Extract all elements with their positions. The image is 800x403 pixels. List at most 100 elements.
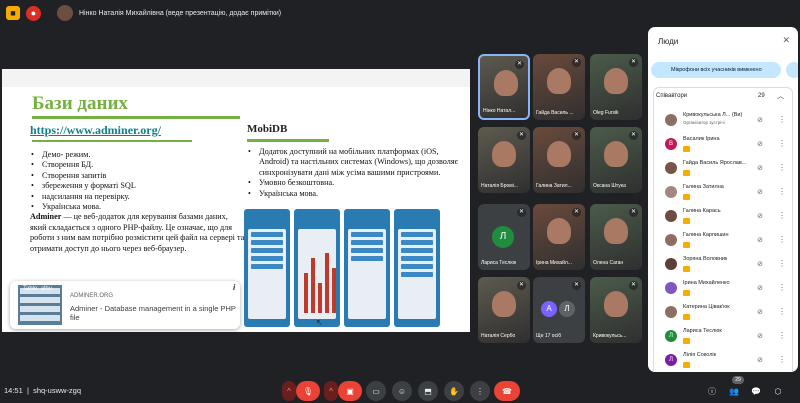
captions-icon[interactable]: ▭	[366, 381, 386, 401]
yellow-square-icon[interactable]: ■	[6, 6, 20, 20]
participant-name: Лілія Соколік	[683, 352, 717, 358]
slide-url-link[interactable]: https://www.adminer.org/	[30, 123, 161, 138]
more-options-icon[interactable]: ⋮	[778, 355, 786, 364]
participant-name: Катерина Цівак'юк	[683, 304, 730, 310]
more-options-icon[interactable]: ⋮	[778, 163, 786, 172]
link-preview-card[interactable]: Table: albu ADMINER.ORG Adminer - Databa…	[10, 281, 240, 329]
participant-row[interactable]: Л Лариса Теслюк ⊘ ⋮	[660, 325, 795, 349]
participant-tile[interactable]: ✕ Галина Затил...	[533, 127, 585, 193]
mic-muted-icon[interactable]: ⊘	[757, 308, 763, 316]
leave-call-icon[interactable]: ☎	[494, 381, 520, 401]
mic-muted-icon[interactable]: ⊘	[757, 188, 763, 196]
presenter-avatar	[57, 5, 73, 21]
info-icon[interactable]: ⓘ	[704, 381, 720, 401]
participant-tile[interactable]: ✕ Ірина Михайл...	[533, 204, 585, 270]
co-host-badge-icon	[683, 170, 690, 176]
add-person-chip[interactable]	[786, 62, 798, 78]
participant-row[interactable]: Гайда Василь Ярослав... ⊘ ⋮	[660, 157, 795, 181]
more-options-icon[interactable]: ⋮	[778, 115, 786, 124]
participant-tile[interactable]: ✕ Олена Саган	[590, 204, 642, 270]
clock-time: 14:51	[4, 386, 23, 395]
avatar: А	[541, 301, 557, 317]
close-icon[interactable]: ✕	[782, 35, 790, 46]
participant-row[interactable]: Зоряна Воловник ⊘ ⋮	[660, 253, 795, 277]
meeting-time-and-code: 14:51 | shq-usww-zgq	[4, 386, 82, 395]
more-options-icon[interactable]: ⋮	[778, 211, 786, 220]
co-host-badge-icon	[683, 266, 690, 272]
list-item: Створення БД.	[30, 160, 240, 171]
mic-muted-icon: ✕	[517, 208, 526, 217]
chevron-up-icon[interactable]: ︿	[777, 91, 784, 101]
chat-icon[interactable]: 💬	[748, 381, 764, 401]
participant-tile[interactable]: ✕ Кривокульсь...	[590, 277, 642, 343]
participant-row[interactable]: Ірина Михайленко ⊘ ⋮	[660, 277, 795, 301]
camera-options-chevron-icon[interactable]: ^	[324, 381, 338, 401]
participant-tile[interactable]: ✕ Нінко Натал...	[478, 54, 530, 120]
participant-name: Галина Карпишин	[683, 232, 729, 238]
more-options-icon[interactable]: ⋮	[778, 283, 786, 292]
slide-band	[2, 69, 470, 87]
mic-muted-icon[interactable]: ⊘	[757, 212, 763, 220]
list-item: Додаток доступний на мобільних платформа…	[247, 147, 462, 178]
participant-tile[interactable]: ✕ Наталія Сербо	[478, 277, 530, 343]
co-host-badge-icon	[683, 218, 690, 224]
avatar	[665, 306, 677, 318]
avatar	[665, 186, 677, 198]
mic-muted-icon[interactable]: ⊘	[757, 284, 763, 292]
camera-off-icon[interactable]: ▣	[338, 381, 362, 401]
mic-muted-icon[interactable]: ⊘	[757, 236, 763, 244]
participant-name: Гайда Василь ...	[536, 110, 574, 116]
participant-row[interactable]: Галина Затилна ⊘ ⋮	[660, 181, 795, 205]
mic-muted-icon: ✕	[629, 58, 638, 67]
mic-options-chevron-icon[interactable]: ^	[282, 381, 296, 401]
raise-hand-icon[interactable]: ✋	[444, 381, 464, 401]
mic-muted-icon: ✕	[572, 58, 581, 67]
activities-icon[interactable]: ⬡	[770, 381, 786, 401]
participant-face	[547, 68, 571, 94]
mic-muted-icon[interactable]: ⊘	[757, 260, 763, 268]
more-options-icon[interactable]: ⋮	[778, 187, 786, 196]
record-icon[interactable]: ●	[26, 5, 41, 21]
mic-muted-icon[interactable]: ⊘	[757, 332, 763, 340]
participant-tile[interactable]: ✕ Оксана Штука	[590, 127, 642, 193]
list-item: збереження у форматі SQL	[30, 181, 240, 192]
more-options-icon[interactable]: ⋮	[778, 331, 786, 340]
participant-row[interactable]: Л Лілія Соколік ⊘ ⋮	[660, 349, 795, 372]
avatar	[665, 258, 677, 270]
participant-tile[interactable]: ✕ Oleg Fursik	[590, 54, 642, 120]
more-options-icon[interactable]: ⋮	[778, 235, 786, 244]
participant-tile[interactable]: ✕ Наталія Бромі...	[478, 127, 530, 193]
emoji-icon[interactable]: ☺	[392, 381, 412, 401]
mic-muted-icon: ✕	[572, 208, 581, 217]
participant-tile[interactable]: А Л ✕ Ще 17 осіб	[533, 277, 585, 343]
more-options-icon[interactable]: ⋮	[778, 139, 786, 148]
co-host-badge-icon	[683, 314, 690, 320]
present-icon[interactable]: ⬒	[418, 381, 438, 401]
list-item: Українська мова.	[30, 202, 240, 213]
mic-muted-icon[interactable]: ⊘	[757, 356, 763, 364]
mute-all-chip[interactable]: Мікрофони всіх учасників вимкнено	[651, 62, 781, 78]
avatar	[665, 282, 677, 294]
participant-row[interactable]: Галина Карась ⊘ ⋮	[660, 205, 795, 229]
avatar: В	[665, 138, 677, 150]
mic-muted-icon[interactable]: ⊘	[757, 164, 763, 172]
more-options-icon[interactable]: ⋮	[470, 381, 490, 401]
more-options-icon[interactable]: ⋮	[778, 307, 786, 316]
people-icon[interactable]: 👥	[726, 381, 742, 401]
people-panel: Люди ✕ Мікрофони всіх учасників вимкнено…	[648, 27, 798, 372]
mouse-cursor-icon: ↖	[316, 318, 323, 327]
mic-muted-icon[interactable]: ⊘	[757, 116, 763, 124]
mic-muted-icon[interactable]: ⊘	[757, 140, 763, 148]
participant-tile[interactable]: Л ✕ Лариса Теслюк	[478, 204, 530, 270]
participant-row[interactable]: Галина Карпишин ⊘ ⋮	[660, 229, 795, 253]
more-options-icon[interactable]: ⋮	[778, 259, 786, 268]
participant-name: Лариса Теслюк	[481, 260, 517, 266]
participant-row[interactable]: В Васалик Ірина ⊘ ⋮	[660, 133, 795, 157]
participant-name: Ірина Михайл...	[536, 260, 572, 266]
mobidb-screenshots	[244, 209, 466, 327]
section-count: 29	[758, 93, 765, 99]
mic-off-icon[interactable]: 🎙	[296, 381, 320, 401]
participant-tile[interactable]: ✕ Гайда Василь ...	[533, 54, 585, 120]
participant-row[interactable]: Кривокульська Л... (Ви) Організатор зустр…	[660, 109, 795, 133]
participant-row[interactable]: Катерина Цівак'юк ⊘ ⋮	[660, 301, 795, 325]
